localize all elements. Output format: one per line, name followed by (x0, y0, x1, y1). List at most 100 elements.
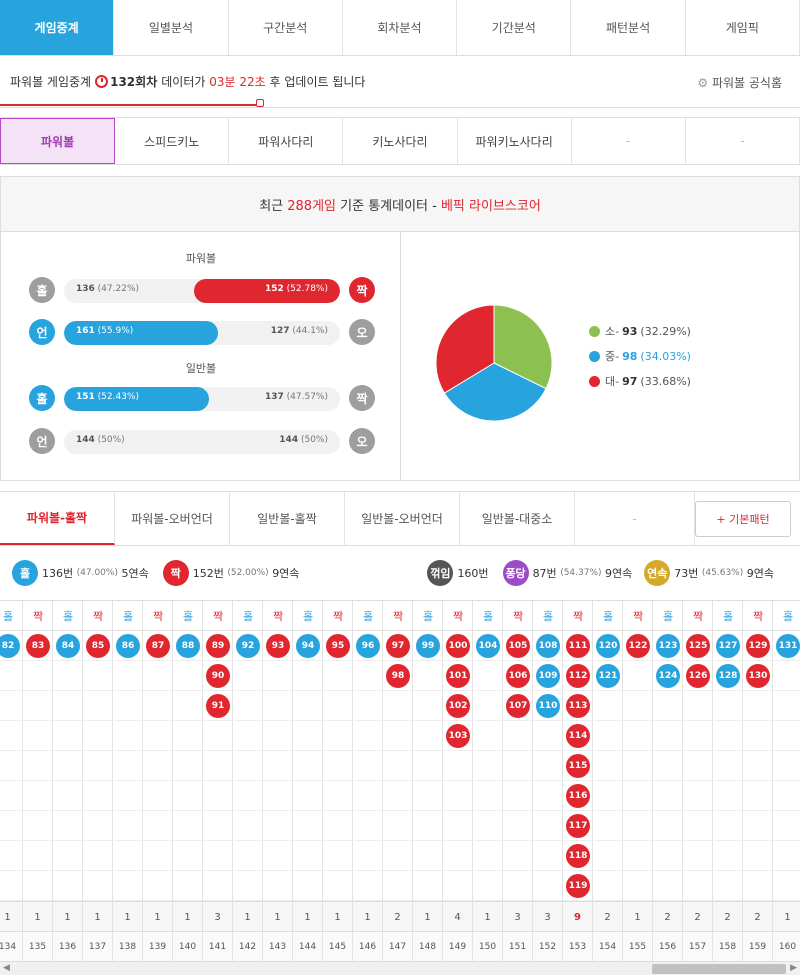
game-tab-kenoladder[interactable]: 키노사다리 (343, 118, 458, 164)
grid-cell (713, 781, 743, 811)
stat-right-count: 152 (264, 284, 284, 294)
grid-cell (83, 691, 113, 721)
grid-cell (113, 691, 143, 721)
odd-result-ball: 86 (116, 634, 140, 658)
streak-count: 1 (473, 902, 503, 932)
scrollbar-thumb[interactable] (652, 964, 786, 974)
round-number: 137 (83, 932, 113, 962)
ball-stats: 파워볼 일반볼 홀 136 (47.22%) 152 (52.78%) 짝 언 161 (… (1, 232, 401, 480)
pie-legend-item: 소 - 93 (32.29%) (589, 323, 691, 339)
pattern-column: 홀 131 (773, 601, 800, 936)
round-number-row: 134 135 136 137 138 139 140 141 142 143 144 145 146 1… (0, 931, 800, 962)
pattern-column: 짝 87 (143, 601, 173, 936)
round-number: 156 (653, 932, 683, 962)
streak-count: 1 (113, 902, 143, 932)
stat-left-count: 161 (76, 326, 95, 336)
column-header: 홀 (233, 601, 263, 631)
pattern-tab-nb-size[interactable]: 일반볼-대중소 (460, 492, 575, 545)
grid-cell (263, 841, 293, 871)
grid-cell (533, 811, 563, 841)
even-result-ball: 122 (626, 634, 650, 658)
grid-cell (233, 751, 263, 781)
game-tab-speedkeno[interactable]: 스피드키노 (115, 118, 230, 164)
grid-cell (713, 871, 743, 901)
tab-round-analysis[interactable]: 회차분석 (343, 0, 458, 55)
grid-cell (713, 751, 743, 781)
even-result-ball: 115 (566, 754, 590, 778)
pattern-tab-nb-overunder[interactable]: 일반볼-오버언더 (345, 492, 460, 545)
odd-result-ball: 108 (536, 634, 560, 658)
grid-cell (83, 721, 113, 751)
grid-cell: 124 (653, 661, 683, 691)
odd-result-ball: 131 (776, 634, 800, 658)
grid-cell (473, 811, 503, 841)
round-number: 159 (743, 932, 773, 962)
legend-pct: (34.03%) (640, 349, 691, 363)
game-tab-powerball[interactable]: 파워볼 (0, 118, 116, 164)
grid-cell (53, 691, 83, 721)
tab-period-analysis[interactable]: 기간분석 (457, 0, 572, 55)
grid-cell (113, 871, 143, 901)
grid-cell (263, 661, 293, 691)
legend-value: 98 (622, 349, 638, 363)
grid-cell: 122 (623, 631, 653, 661)
grid-cell: 90 (203, 661, 233, 691)
official-home-link[interactable]: ⚙ 파워볼 공식홈 (697, 74, 782, 91)
even-result-ball: 87 (146, 634, 170, 658)
countdown-progress (0, 99, 264, 107)
game-tab-powerladder[interactable]: 파워사다리 (229, 118, 344, 164)
legend-dot (589, 325, 600, 337)
grid-cell (743, 871, 773, 901)
tab-section-analysis[interactable]: 구간분석 (229, 0, 343, 55)
grid-cell: 87 (143, 631, 173, 661)
even-result-ball: 102 (446, 694, 470, 718)
grid-cell (233, 691, 263, 721)
column-header: 짝 (503, 601, 533, 631)
pattern-column: 홀 88 (173, 601, 203, 936)
grid-cell (383, 691, 413, 721)
pattern-tab-pb-overunder[interactable]: 파워볼-오버언더 (115, 492, 230, 545)
pattern-tab-pb-oddeven[interactable]: 파워볼-홀짝 (0, 492, 115, 545)
odd-result-ball: 104 (476, 634, 500, 658)
grid-cell: 129 (743, 631, 773, 661)
even-result-ball: 93 (266, 634, 290, 658)
tab-game-pick[interactable]: 게임픽 (686, 0, 800, 55)
grid-cell (743, 751, 773, 781)
grid-cell (653, 811, 683, 841)
grid-cell: 93 (263, 631, 293, 661)
game-tab-powerkenoladder[interactable]: 파워키노사다리 (458, 118, 572, 164)
horizontal-scrollbar[interactable]: ◀ ▶ (0, 961, 800, 975)
grid-cell (263, 871, 293, 901)
stat-left-value: 136 (47.22%) (76, 284, 139, 294)
streak-count: 2 (713, 902, 743, 932)
scroll-left-icon[interactable]: ◀ (3, 963, 10, 973)
grid-cell (413, 811, 443, 841)
grid-cell (383, 841, 413, 871)
grid-cell (533, 871, 563, 901)
grid-cell (773, 781, 800, 811)
even-count: 152번 (192, 567, 224, 580)
pattern-tab-nb-oddeven[interactable]: 일반볼-홀짝 (230, 492, 345, 545)
game-tab-empty-2: - (686, 118, 800, 164)
basic-pattern-button[interactable]: + 기본패턴 (695, 501, 791, 537)
odd-result-ball: 88 (176, 634, 200, 658)
scroll-right-icon[interactable]: ▶ (790, 963, 797, 973)
grid-cell (353, 751, 383, 781)
grid-cell (0, 871, 23, 901)
tab-daily-analysis[interactable]: 일별분석 (114, 0, 229, 55)
column-header: 홀 (773, 601, 800, 631)
grid-cell (23, 811, 53, 841)
pattern-column: 짝 97 98 (383, 601, 413, 936)
cont-pct: (45.63%) (701, 568, 744, 578)
tab-pattern-analysis[interactable]: 패턴분석 (571, 0, 686, 55)
pattern-column: 짝 93 (263, 601, 293, 936)
grid-cell (83, 841, 113, 871)
official-home-label: 파워볼 공식홈 (711, 76, 782, 90)
grid-cell (203, 781, 233, 811)
legend-pct: (32.29%) (640, 324, 691, 338)
grid-cell (653, 691, 683, 721)
stat-row: 언 144 (50%) 144 (50%) 오 (29, 428, 375, 456)
grid-cell (263, 751, 293, 781)
tab-game-live[interactable]: 게임중계 (0, 0, 115, 55)
grid-cell (53, 661, 83, 691)
